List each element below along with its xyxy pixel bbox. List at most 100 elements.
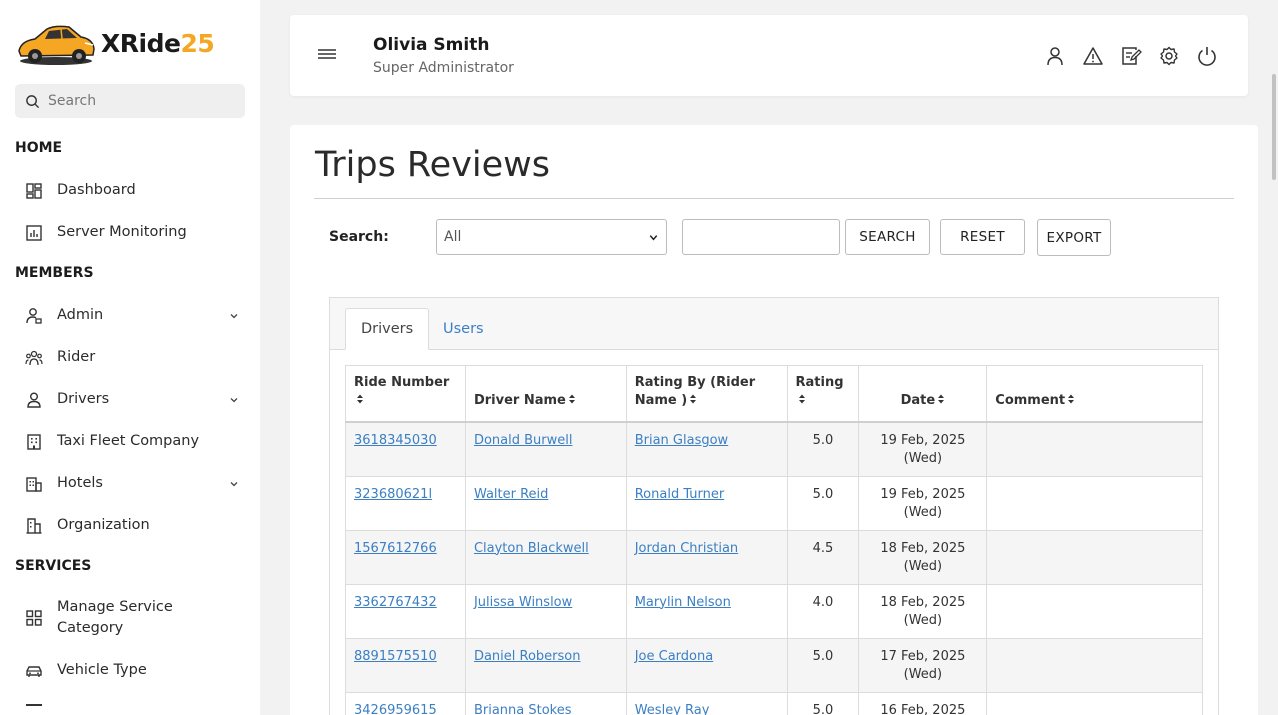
rating-cell: 5.0 — [786, 421, 860, 477]
sidebar-item-vehicle-type[interactable]: Vehicle Type — [24, 660, 244, 681]
organization-icon — [26, 517, 42, 534]
ride-number-link[interactable]: 1567612766 — [354, 541, 437, 556]
comment-cell — [986, 691, 1203, 715]
building-icon — [27, 433, 41, 450]
hamburger-menu-icon[interactable] — [318, 47, 336, 61]
filter-select[interactable]: All — [436, 219, 667, 255]
column-header-ride-number[interactable]: Ride Number — [345, 365, 466, 423]
settings-button[interactable] — [1158, 45, 1180, 67]
page-title: Trips Reviews — [315, 145, 551, 185]
ride-number-link[interactable]: 8891575510 — [354, 649, 437, 664]
edit-notes-button[interactable] — [1120, 45, 1142, 67]
sidebar-item-server-monitoring[interactable]: Server Monitoring — [24, 222, 244, 243]
logout-button[interactable] — [1196, 45, 1218, 67]
day-text: (Wed) — [903, 612, 943, 628]
rating-cell: 4.5 — [786, 529, 860, 585]
rider-name-link[interactable]: Ronald Turner — [635, 487, 725, 502]
column-header-rating-by[interactable]: Rating By (Rider Name ) — [625, 365, 788, 423]
sort-icon — [938, 394, 945, 404]
column-header-label: Driver Name — [473, 393, 566, 408]
brand-name: XRide25 — [101, 29, 215, 58]
sidebar-item-dashboard[interactable]: Dashboard — [24, 180, 244, 201]
date-text: 17 Feb, 2025 — [880, 648, 966, 664]
rider-name-link[interactable]: Joe Cardona — [635, 649, 714, 664]
sidebar-item-label-line1: Manage Service — [57, 599, 173, 615]
ride-number-link[interactable]: 323680621l — [354, 487, 432, 502]
sidebar-item-manage-service-category[interactable]: Manage Service Category — [24, 597, 244, 639]
rider-name-link[interactable]: Wesley Ray — [635, 703, 710, 715]
driver-name-link[interactable]: Clayton Blackwell — [474, 541, 589, 556]
ride-number-cell: 323680621l — [345, 475, 466, 531]
day-text: (Wed) — [903, 666, 943, 682]
scrollbar-thumb[interactable] — [1272, 74, 1276, 180]
sidebar-item-label: Manage Service Category — [57, 597, 173, 639]
title-divider — [314, 198, 1234, 199]
chart-icon — [26, 224, 42, 241]
chevron-down-icon — [230, 481, 238, 486]
tab-drivers[interactable]: Drivers — [345, 308, 430, 350]
column-header-date[interactable]: Date — [858, 365, 988, 423]
rating-cell: 5.0 — [786, 691, 860, 715]
ride-number-link[interactable]: 3426959615 — [354, 703, 437, 715]
sidebar-item-label: Rider — [57, 349, 96, 365]
driver-name-link[interactable]: Brianna Stokes — [474, 703, 572, 715]
tab-users[interactable]: Users — [428, 308, 499, 350]
sort-icon — [568, 394, 575, 404]
sidebar-item-organization[interactable]: Organization — [24, 515, 244, 536]
date-text: 18 Feb, 2025 — [880, 594, 966, 610]
ride-number-link[interactable]: 3362767432 — [354, 595, 437, 610]
date-text: 18 Feb, 2025 — [880, 540, 966, 556]
ride-number-cell: 8891575510 — [345, 637, 466, 693]
reset-button[interactable]: RESET — [940, 219, 1025, 255]
car-logo-icon — [18, 25, 95, 65]
day-text: (Wed) — [903, 451, 943, 466]
driver-name-link[interactable]: Walter Reid — [474, 487, 548, 502]
sidebar-search-input[interactable] — [48, 93, 228, 109]
reviews-tab-panel: Drivers Users Ride Number Driver Name Ra… — [329, 297, 1219, 715]
brand-logo[interactable]: XRide25 — [15, 18, 215, 68]
sidebar-item-label: Admin — [57, 307, 104, 323]
column-header-label: Rating — [795, 375, 844, 390]
sidebar-item-admin[interactable]: Admin — [24, 305, 244, 326]
profile-button[interactable] — [1044, 45, 1066, 67]
driver-name-link[interactable]: Daniel Roberson — [474, 649, 581, 664]
rider-name-link[interactable]: Brian Glasgow — [635, 433, 728, 448]
column-header-rating[interactable]: Rating — [786, 365, 860, 423]
rating-cell: 4.0 — [786, 583, 860, 639]
sidebar-item-drivers[interactable]: Drivers — [24, 389, 244, 410]
driver-name-link[interactable]: Julissa Winslow — [474, 595, 572, 610]
page-scrollbar[interactable] — [1270, 0, 1278, 715]
rider-name-link[interactable]: Jordan Christian — [635, 541, 738, 556]
nav-section-home: HOME — [15, 140, 63, 156]
chevron-down-icon — [649, 235, 658, 241]
sidebar-item-rider[interactable]: Rider — [24, 347, 244, 368]
user-icon — [27, 392, 41, 408]
sidebar-search[interactable] — [15, 84, 245, 118]
search-button[interactable]: SEARCH — [845, 219, 930, 255]
column-header-comment[interactable]: Comment — [986, 365, 1203, 423]
export-button[interactable]: EXPORT — [1037, 219, 1111, 256]
ride-number-link[interactable]: 3618345030 — [354, 433, 437, 448]
tab-body: Ride Number Driver Name Rating By (Rider… — [330, 350, 1218, 715]
column-header-driver-name[interactable]: Driver Name — [464, 365, 627, 423]
header-actions — [1044, 45, 1218, 67]
comment-cell — [986, 421, 1203, 477]
rider-name-link[interactable]: Marylin Nelson — [635, 595, 731, 610]
ride-number-cell: 3618345030 — [345, 421, 466, 477]
date-cell: 19 Feb, 2025 (Wed) — [858, 475, 988, 531]
sidebar-item-label: Drivers — [57, 391, 110, 407]
user-role: Super Administrator — [373, 60, 514, 76]
column-header-label: Date — [900, 393, 936, 408]
alerts-button[interactable] — [1082, 45, 1104, 67]
sidebar-item-taxi-fleet-company[interactable]: Taxi Fleet Company — [24, 431, 244, 452]
keyword-input[interactable] — [682, 219, 840, 255]
rating-cell: 5.0 — [786, 637, 860, 693]
sidebar-item-label: Server Monitoring — [57, 224, 187, 240]
nav-section-members: MEMBERS — [15, 265, 94, 281]
ride-number-cell: 3426959615 — [345, 691, 466, 715]
driver-name-link[interactable]: Donald Burwell — [474, 433, 573, 448]
sidebar-item-hotels[interactable]: Hotels — [24, 473, 244, 494]
rider-name-cell: Joe Cardona — [625, 637, 788, 693]
driver-name-cell: Daniel Roberson — [464, 637, 627, 693]
date-cell: 19 Feb, 2025 (Wed) — [858, 421, 988, 477]
